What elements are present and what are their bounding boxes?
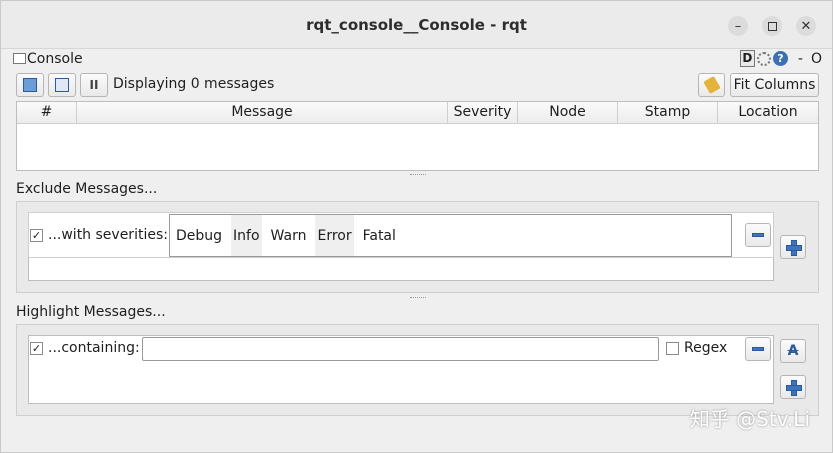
severity-warn[interactable]: Warn xyxy=(269,228,309,244)
regex-label: Regex xyxy=(684,340,728,356)
title-bar: rqt_console__Console - rqt – ✕ xyxy=(1,1,832,49)
close-window-button[interactable]: ✕ xyxy=(796,16,816,36)
exclude-enable-checkbox[interactable]: ✓ xyxy=(30,229,43,242)
maximize-window-button[interactable] xyxy=(762,16,782,36)
column-header-index[interactable]: # xyxy=(17,102,77,123)
plugin-close-button[interactable]: O xyxy=(811,51,822,67)
severity-error[interactable]: Error xyxy=(315,215,354,256)
column-header-stamp[interactable]: Stamp xyxy=(618,102,718,123)
pause-icon: II xyxy=(89,78,99,92)
rqt-console-window: rqt_console__Console - rqt – ✕ Console D… xyxy=(0,0,833,453)
highlight-icon: A xyxy=(787,343,799,359)
column-header-node[interactable]: Node xyxy=(518,102,618,123)
highlight-enable-checkbox[interactable]: ✓ xyxy=(30,342,43,355)
close-icon: ✕ xyxy=(800,18,812,34)
severity-fatal[interactable]: Fatal xyxy=(361,228,398,244)
column-header-message[interactable]: Message xyxy=(77,102,448,123)
regex-checkbox[interactable] xyxy=(666,342,679,355)
plus-icon xyxy=(786,240,802,256)
save-file-icon xyxy=(55,78,69,92)
load-button[interactable] xyxy=(16,73,44,97)
highlight-text-input[interactable] xyxy=(142,337,659,361)
add-exclude-filter-button[interactable] xyxy=(780,235,806,259)
message-count: Displaying 0 messages xyxy=(113,76,275,92)
plugin-controls: D ? - O xyxy=(739,50,822,67)
dock-button[interactable]: D xyxy=(739,50,755,67)
highlight-messages-title: Highlight Messages... xyxy=(16,304,166,320)
severity-list[interactable]: Debug Info Warn Error Fatal xyxy=(169,214,732,257)
column-header-severity[interactable]: Severity xyxy=(448,102,518,123)
minus-icon xyxy=(752,233,764,237)
plus-icon xyxy=(786,380,802,396)
highlight-row-label: ...containing: xyxy=(48,340,140,356)
remove-exclude-filter-button[interactable] xyxy=(745,223,771,247)
splitter-handle[interactable] xyxy=(410,174,426,177)
help-icon[interactable]: ? xyxy=(772,51,788,66)
plugin-minimize-button[interactable]: - xyxy=(798,51,803,67)
highlight-filter-button[interactable]: A xyxy=(780,339,806,363)
broom-icon xyxy=(702,75,721,95)
pause-button[interactable]: II xyxy=(80,73,108,97)
minimize-icon: – xyxy=(734,18,742,34)
clear-button[interactable] xyxy=(698,73,725,97)
remove-highlight-filter-button[interactable] xyxy=(745,337,771,361)
minus-icon xyxy=(752,347,764,351)
save-button[interactable] xyxy=(48,73,76,97)
window-title: rqt_console__Console - rqt xyxy=(306,16,527,34)
plugin-title: Console xyxy=(27,51,83,67)
severity-debug[interactable]: Debug xyxy=(174,228,224,244)
table-header: # Message Severity Node Stamp Location xyxy=(17,102,818,124)
maximize-icon xyxy=(767,21,777,31)
fit-columns-button[interactable]: Fit Columns xyxy=(730,73,819,97)
exclude-messages-title: Exclude Messages... xyxy=(16,181,158,197)
open-file-icon xyxy=(23,78,37,92)
column-header-location[interactable]: Location xyxy=(718,102,818,123)
gear-icon[interactable] xyxy=(756,51,771,66)
splitter-handle-2[interactable] xyxy=(410,297,426,300)
minimize-window-button[interactable]: – xyxy=(728,16,748,36)
severity-info[interactable]: Info xyxy=(231,215,262,256)
add-highlight-filter-button[interactable] xyxy=(780,375,806,399)
exclude-row-label: ...with severities: xyxy=(48,227,168,243)
messages-table[interactable]: # Message Severity Node Stamp Location xyxy=(16,101,819,171)
watermark: 知乎 @Stv.Li xyxy=(689,407,810,431)
